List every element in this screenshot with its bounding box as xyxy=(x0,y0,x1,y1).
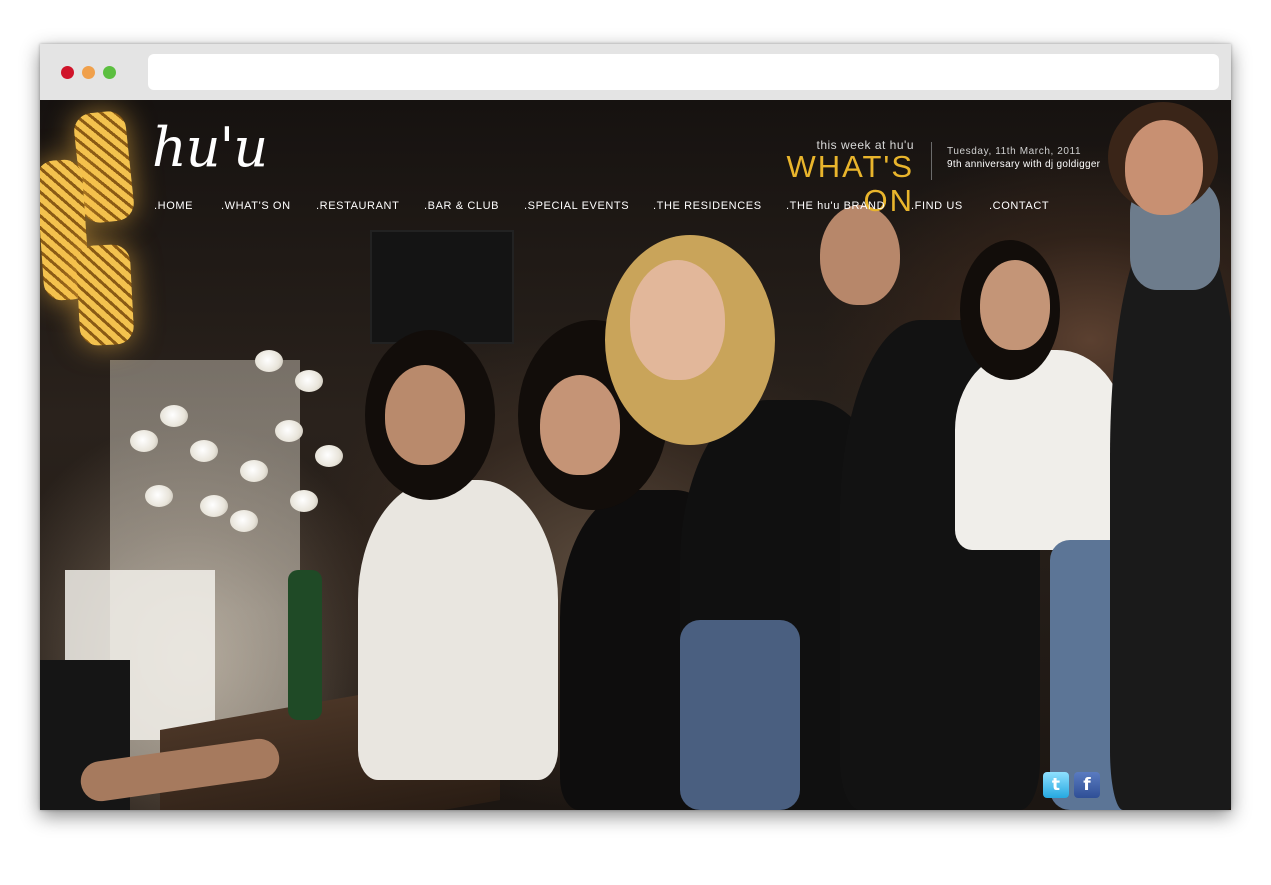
site-logo[interactable]: hu'u xyxy=(152,118,268,178)
address-bar[interactable] xyxy=(148,54,1219,90)
nav-bar-club[interactable]: .BAR & CLUB xyxy=(424,200,499,212)
event-date: Tuesday, 11th March, 2011 xyxy=(947,146,1082,157)
orchid-flower xyxy=(130,430,158,452)
nav-home[interactable]: .HOME xyxy=(154,200,193,212)
orchid-flower xyxy=(200,495,228,517)
browser-toolbar xyxy=(40,44,1231,100)
nav-special-events[interactable]: .SPECIAL EVENTS xyxy=(524,200,629,212)
nav-residences[interactable]: .THE RESIDENCES xyxy=(653,200,762,212)
orchid-flower xyxy=(160,405,188,427)
maximize-window-button[interactable] xyxy=(103,66,116,79)
page-viewport: hu'u this week at hu'u WHAT'S ON Tuesday… xyxy=(40,100,1231,810)
close-window-button[interactable] xyxy=(61,66,74,79)
event-title[interactable]: 9th anniversary with dj goldigger xyxy=(947,159,1100,170)
orchid-flower xyxy=(290,490,318,512)
nav-contact[interactable]: .CONTACT xyxy=(989,200,1049,212)
orchid-flower xyxy=(255,350,283,372)
twitter-icon[interactable]: t xyxy=(1043,772,1069,798)
browser-window: hu'u this week at hu'u WHAT'S ON Tuesday… xyxy=(40,44,1231,810)
orchid-flower xyxy=(240,460,268,482)
minimize-window-button[interactable] xyxy=(82,66,95,79)
nav-whats-on[interactable]: .WHAT'S ON xyxy=(221,200,291,212)
nav-restaurant[interactable]: .RESTAURANT xyxy=(316,200,399,212)
wall-screen xyxy=(370,230,514,344)
orchid-flower xyxy=(145,485,173,507)
orchid-flower xyxy=(275,420,303,442)
facebook-glyph: f xyxy=(1083,775,1091,795)
nav-find-us[interactable]: .FIND US xyxy=(911,200,963,212)
facebook-icon[interactable]: f xyxy=(1074,772,1100,798)
nav-brand[interactable]: .THE hu'u BRAND xyxy=(786,200,885,212)
lantern xyxy=(75,243,135,347)
orchid-flower xyxy=(230,510,258,532)
header-divider xyxy=(931,142,932,180)
orchid-flower xyxy=(315,445,343,467)
orchid-flower xyxy=(190,440,218,462)
orchid-flower xyxy=(295,370,323,392)
twitter-glyph: t xyxy=(1051,775,1061,795)
